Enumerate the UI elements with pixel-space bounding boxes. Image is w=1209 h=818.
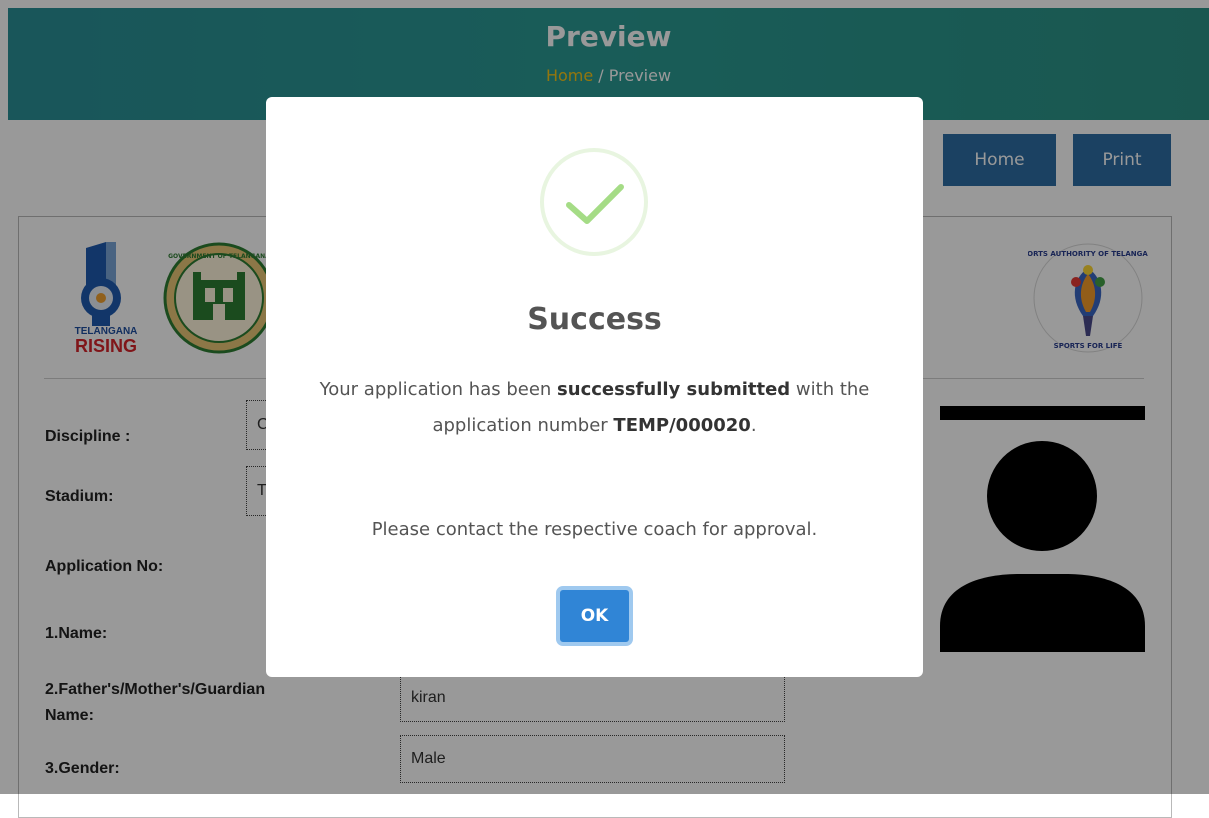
dialog-note: Please contact the respective coach for … bbox=[371, 519, 818, 540]
success-dialog: Success Your application has been succes… bbox=[266, 97, 923, 677]
message-text-1: Your application has been bbox=[319, 379, 558, 400]
dialog-message: Your application has been successfully s… bbox=[306, 372, 883, 444]
success-check-icon bbox=[540, 148, 648, 256]
application-number: TEMP/000020 bbox=[613, 415, 751, 436]
ok-button[interactable]: OK bbox=[556, 586, 633, 646]
dialog-title: Success bbox=[527, 302, 662, 337]
message-bold-text: successfully submitted bbox=[557, 379, 791, 400]
message-text-3: . bbox=[750, 415, 757, 436]
